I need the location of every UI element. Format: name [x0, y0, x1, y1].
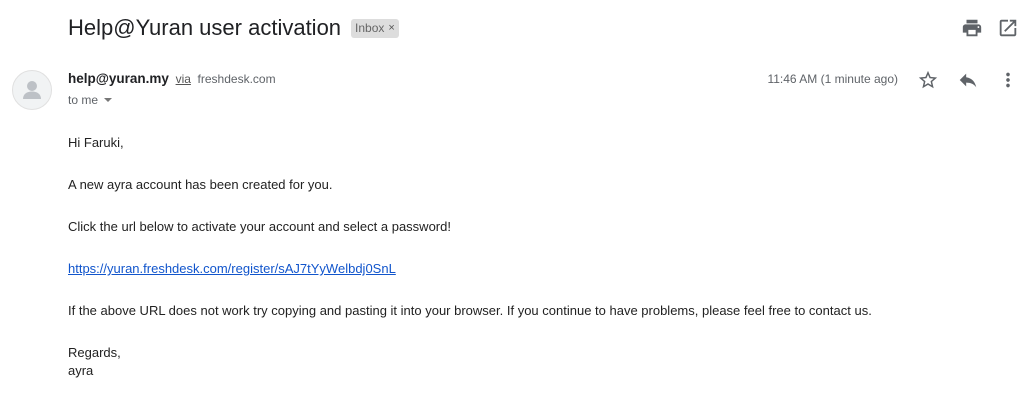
remove-label-icon[interactable]: ×	[388, 21, 394, 36]
sender-name[interactable]: help@yuran.my	[68, 71, 169, 86]
via-link[interactable]: via	[176, 72, 191, 86]
body-line-account-created: A new ayra account has been created for …	[68, 177, 333, 192]
sender-line: help@yuran.my via freshdesk.com	[68, 71, 276, 86]
activation-link[interactable]: https://yuran.freshdesk.com/register/sAJ…	[68, 261, 396, 276]
chevron-down-icon	[104, 98, 113, 102]
greeting: Hi Faruki,	[68, 135, 124, 150]
body-line-troubleshooting: If the above URL does not work try copyi…	[68, 303, 872, 318]
via-domain: freshdesk.com	[197, 72, 276, 86]
reply-icon[interactable]	[957, 69, 979, 91]
activation-link-paragraph: https://yuran.freshdesk.com/register/sAJ…	[68, 260, 872, 278]
sender-avatar[interactable]	[12, 70, 52, 110]
signature-block: Regards, ayra	[68, 344, 872, 380]
closing: Regards,	[68, 345, 121, 360]
default-avatar-icon	[23, 81, 41, 99]
inbox-label-chip[interactable]: Inbox ×	[351, 18, 399, 38]
message-timestamp: 11:46 AM (1 minute ago)	[767, 72, 898, 86]
label-text: Inbox	[355, 20, 385, 35]
signature: ayra	[68, 363, 94, 378]
email-subject: Help@Yuran user activation	[68, 15, 342, 40]
body-line-activate-instructions: Click the url below to activate your acc…	[68, 219, 451, 234]
open-in-new-window-icon[interactable]	[997, 17, 1019, 39]
recipient-text: to me	[68, 93, 99, 107]
subject-row: Help@Yuran user activation Inbox ×	[68, 13, 399, 43]
star-icon[interactable]	[917, 69, 939, 91]
recipient-details-toggle[interactable]: to me	[68, 93, 113, 107]
more-options-icon[interactable]	[997, 69, 1019, 91]
print-icon[interactable]	[961, 17, 983, 39]
message-body: Hi Faruki, A new ayra account has been c…	[68, 134, 872, 380]
